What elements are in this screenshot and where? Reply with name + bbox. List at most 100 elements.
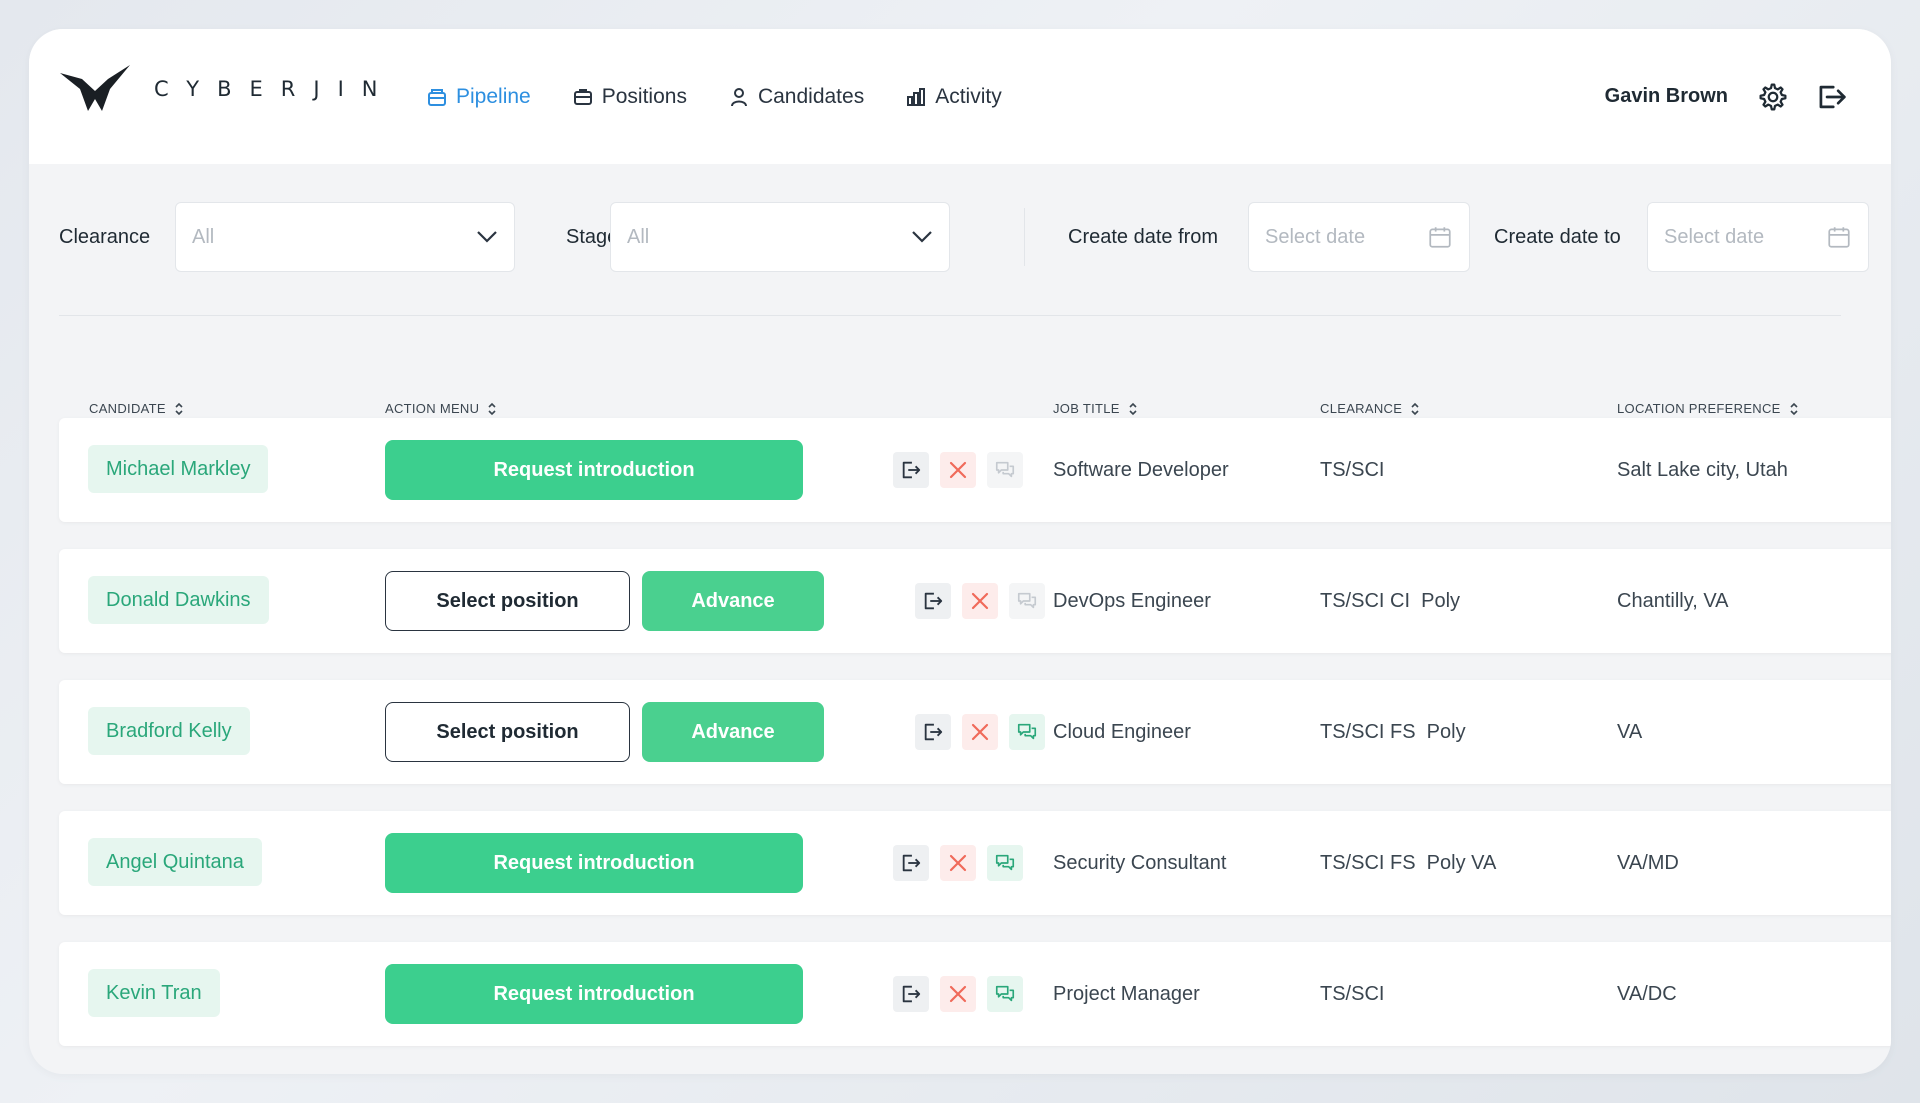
row-actions <box>893 976 1034 1012</box>
row-actions <box>893 845 1034 881</box>
job-title: Cloud Engineer <box>1053 721 1191 743</box>
sort-icon <box>1129 402 1137 415</box>
move-icon <box>924 723 943 741</box>
row-actions <box>915 583 1056 619</box>
candidate-tag[interactable]: Kevin Tran <box>88 969 220 1017</box>
chat-icon <box>1017 592 1037 609</box>
select-position-button[interactable]: Select position <box>385 571 630 631</box>
location-value: Chantilly, VA <box>1617 590 1729 612</box>
col-clearance[interactable]: CLEARANCE <box>1320 401 1420 416</box>
stage-filter-select[interactable]: All <box>610 202 950 272</box>
chat-button[interactable] <box>987 976 1023 1012</box>
move-button[interactable] <box>915 583 951 619</box>
main-nav: Pipeline Positions Candidates Activity <box>427 29 1044 164</box>
sort-icon <box>1790 402 1798 415</box>
date-from-input[interactable]: Select date <box>1248 202 1470 272</box>
chat-icon <box>1017 723 1037 740</box>
brand-name: CYBERJIN <box>154 77 396 101</box>
move-button[interactable] <box>893 452 929 488</box>
candidate-tag[interactable]: Angel Quintana <box>88 838 262 886</box>
col-job[interactable]: JOB TITLE <box>1053 401 1138 416</box>
request-introduction-button[interactable]: Request introduction <box>385 964 803 1024</box>
logout-icon <box>1819 85 1846 108</box>
nav-activity-label: Activity <box>935 84 1002 108</box>
chevron-down-icon <box>477 231 497 243</box>
candidate-tag[interactable]: Michael Markley <box>88 445 269 493</box>
sort-icon <box>488 402 496 415</box>
close-icon <box>949 854 967 872</box>
col-action-label: ACTION MENU <box>385 401 480 416</box>
move-icon <box>902 854 921 872</box>
filter-separator <box>59 315 1841 316</box>
close-icon <box>971 592 989 610</box>
chat-icon <box>995 854 1015 871</box>
candidate-tag[interactable]: Donald Dawkins <box>88 576 269 624</box>
request-introduction-button[interactable]: Request introduction <box>385 833 803 893</box>
candidate-tag[interactable]: Bradford Kelly <box>88 707 250 755</box>
col-candidate[interactable]: CANDIDATE <box>89 401 184 416</box>
move-icon <box>902 461 921 479</box>
clearance-value: TS/SCI FS Poly VA <box>1320 852 1497 874</box>
logout-button[interactable] <box>1816 82 1848 112</box>
clearance-filter-select[interactable]: All <box>175 202 515 272</box>
pipeline-icon <box>428 88 446 106</box>
reject-button[interactable] <box>940 452 976 488</box>
date-to-placeholder: Select date <box>1664 225 1765 248</box>
nav-pipeline[interactable]: Pipeline <box>427 85 531 109</box>
move-icon <box>902 985 921 1003</box>
clearance-filter-label: Clearance <box>59 226 151 248</box>
user-area: Gavin Brown <box>1605 29 1848 164</box>
request-introduction-button[interactable]: Request introduction <box>385 440 803 500</box>
chat-button[interactable] <box>987 845 1023 881</box>
settings-button[interactable] <box>1758 82 1788 112</box>
col-location-label: LOCATION PREFERENCE <box>1617 401 1781 416</box>
nav-positions-label: Positions <box>601 84 687 108</box>
row-actions <box>893 452 1034 488</box>
clearance-value: TS/SCI <box>1320 459 1385 481</box>
filter-bar: Clearance All Stage All Create date from… <box>59 202 1891 272</box>
nav-activity[interactable]: Activity <box>906 85 1002 109</box>
date-to-input[interactable]: Select date <box>1647 202 1869 272</box>
reject-button[interactable] <box>962 714 998 750</box>
table-row: Donald Dawkins Select position Advance D… <box>59 549 1891 653</box>
advance-button[interactable]: Advance <box>642 571 824 631</box>
select-position-button[interactable]: Select position <box>385 702 630 762</box>
clearance-value: TS/SCI <box>1320 983 1385 1005</box>
nav-positions[interactable]: Positions <box>573 85 687 109</box>
nav-candidates-label: Candidates <box>757 84 865 108</box>
move-button[interactable] <box>915 714 951 750</box>
date-to-label: Create date to <box>1494 226 1621 248</box>
job-title: Security Consultant <box>1053 852 1227 874</box>
chat-button[interactable] <box>1009 714 1045 750</box>
user-name[interactable]: Gavin Brown <box>1605 85 1728 108</box>
clearance-value: TS/SCI CI Poly <box>1320 590 1461 612</box>
table-row: Angel Quintana Request introduction Secu… <box>59 811 1891 915</box>
chat-icon <box>995 461 1015 478</box>
col-location[interactable]: LOCATION PREFERENCE <box>1617 401 1799 416</box>
chat-button[interactable] <box>1009 583 1045 619</box>
calendar-icon <box>1429 227 1451 248</box>
location-value: VA <box>1617 721 1643 743</box>
reject-button[interactable] <box>940 845 976 881</box>
date-from-label: Create date from <box>1068 226 1219 248</box>
app-window: CYBERJIN Pipeline Positions Candidates A… <box>29 29 1891 1074</box>
sort-icon <box>175 402 183 415</box>
nav-candidates[interactable]: Candidates <box>729 85 864 109</box>
job-title: Project Manager <box>1053 983 1200 1005</box>
chat-button[interactable] <box>987 452 1023 488</box>
chat-icon <box>995 985 1015 1002</box>
bar-chart-icon <box>907 87 926 106</box>
clearance-value: TS/SCI FS Poly <box>1320 721 1466 743</box>
move-button[interactable] <box>893 845 929 881</box>
advance-button[interactable]: Advance <box>642 702 824 762</box>
col-action[interactable]: ACTION MENU <box>385 401 497 416</box>
stage-filter-value: All <box>627 225 650 248</box>
reject-button[interactable] <box>940 976 976 1012</box>
row-actions <box>915 714 1056 750</box>
table-row: Michael Markley Request introduction Sof… <box>59 418 1891 522</box>
close-icon <box>949 461 967 479</box>
move-button[interactable] <box>893 976 929 1012</box>
reject-button[interactable] <box>962 583 998 619</box>
brand-logo[interactable]: CYBERJIN <box>58 65 395 113</box>
job-title: Software Developer <box>1053 459 1229 481</box>
